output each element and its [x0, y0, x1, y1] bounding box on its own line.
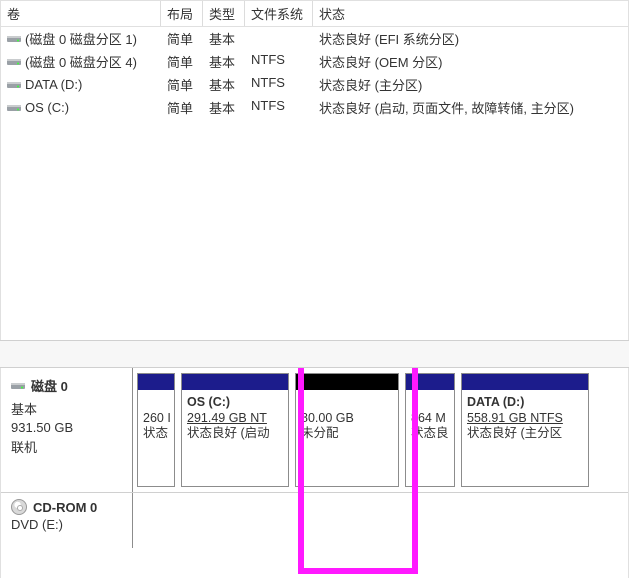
col-header-volume[interactable]: 卷	[1, 1, 161, 26]
volume-filesystem	[245, 28, 313, 49]
partition-status: 状态良	[411, 426, 449, 442]
volume-status: 状态良好 (主分区)	[313, 74, 628, 95]
volume-type: 基本	[203, 97, 245, 118]
volume-name: OS (C:)	[25, 100, 69, 115]
volume-list-header: 卷 布局 类型 文件系统 状态	[1, 1, 628, 27]
volume-filesystem: NTFS	[245, 74, 313, 95]
partition-color-bar	[138, 374, 174, 390]
volume-layout: 简单	[161, 74, 203, 95]
col-header-status[interactable]: 状态	[313, 1, 628, 26]
partition-status: 状态良好 (启动	[187, 426, 283, 442]
volume-layout: 简单	[161, 51, 203, 72]
partition-size: 291.49 GB NT	[187, 411, 283, 427]
volume-row[interactable]: (磁盘 0 磁盘分区 1) 简单基本 状态良好 (EFI 系统分区)	[1, 27, 628, 50]
volume-type: 基本	[203, 74, 245, 95]
partition-status: 未分配	[301, 426, 393, 442]
volume-name: (磁盘 0 磁盘分区 4)	[25, 52, 137, 71]
col-header-filesystem[interactable]: 文件系统	[245, 1, 313, 26]
volume-filesystem: NTFS	[245, 51, 313, 72]
disk-icon	[11, 381, 25, 391]
volume-status: 状态良好 (OEM 分区)	[313, 51, 628, 72]
partition-box[interactable]: OS (C:)291.49 GB NT状态良好 (启动	[181, 373, 289, 487]
cdrom-drive-letter: DVD (E:)	[11, 517, 124, 532]
volume-filesystem: NTFS	[245, 97, 313, 118]
drive-icon	[7, 34, 21, 44]
volume-type: 基本	[203, 51, 245, 72]
volume-row[interactable]: OS (C:) 简单基本NTFS状态良好 (启动, 页面文件, 故障转储, 主分区…	[1, 96, 628, 119]
volume-type: 基本	[203, 28, 245, 49]
partition-size: 260 I	[143, 411, 169, 427]
partition-box[interactable]: 864 M状态良	[405, 373, 455, 487]
partition-color-bar	[182, 374, 288, 390]
disk-type: 基本	[11, 399, 124, 418]
partition-label: OS (C:)	[187, 395, 283, 411]
partition-status: 状态	[143, 426, 169, 442]
disk-row-cdrom0[interactable]: CD-ROM 0 DVD (E:)	[1, 493, 628, 548]
volume-status: 状态良好 (EFI 系统分区)	[313, 28, 628, 49]
disk-map-pane: 磁盘 0 基本 931.50 GB 联机 260 I状态OS (C:)291.4…	[0, 368, 629, 578]
pane-splitter[interactable]	[0, 340, 629, 368]
partition-box[interactable]: DATA (D:)558.91 GB NTFS状态良好 (主分区	[461, 373, 589, 487]
volume-name: (磁盘 0 磁盘分区 1)	[25, 29, 137, 48]
volume-layout: 简单	[161, 28, 203, 49]
drive-icon	[7, 103, 21, 113]
disk-capacity: 931.50 GB	[11, 420, 124, 435]
partition-size: 80.00 GB	[301, 411, 393, 427]
disk-title-text: 磁盘 0	[31, 376, 68, 395]
volume-status: 状态良好 (启动, 页面文件, 故障转储, 主分区)	[313, 97, 628, 118]
partition-color-bar	[462, 374, 588, 390]
disk-status: 联机	[11, 437, 124, 456]
partition-box[interactable]: 80.00 GB未分配	[295, 373, 399, 487]
cdrom-icon	[11, 499, 27, 515]
partition-color-bar	[406, 374, 454, 390]
partition-status: 状态良好 (主分区	[467, 426, 583, 442]
disk-row-disk0[interactable]: 磁盘 0 基本 931.50 GB 联机 260 I状态OS (C:)291.4…	[1, 368, 628, 493]
disk-info-disk0[interactable]: 磁盘 0 基本 931.50 GB 联机	[1, 368, 133, 492]
partition-box[interactable]: 260 I状态	[137, 373, 175, 487]
col-header-type[interactable]: 类型	[203, 1, 245, 26]
partition-size: 864 M	[411, 411, 449, 427]
partition-size: 558.91 GB NTFS	[467, 411, 583, 427]
volume-list: 卷 布局 类型 文件系统 状态 (磁盘 0 磁盘分区 1)简单基本状态良好 (E…	[0, 0, 629, 340]
col-header-layout[interactable]: 布局	[161, 1, 203, 26]
volume-row[interactable]: (磁盘 0 磁盘分区 4) 简单基本NTFS状态良好 (OEM 分区)	[1, 50, 628, 73]
volume-name: DATA (D:)	[25, 77, 82, 92]
drive-icon	[7, 80, 21, 90]
partition-label: DATA (D:)	[467, 395, 583, 411]
volume-layout: 简单	[161, 97, 203, 118]
partition-color-bar	[296, 374, 398, 390]
drive-icon	[7, 57, 21, 67]
disk-info-cdrom0[interactable]: CD-ROM 0 DVD (E:)	[1, 493, 133, 548]
volume-row[interactable]: DATA (D:) 简单基本NTFS状态良好 (主分区)	[1, 73, 628, 96]
cdrom-title-text: CD-ROM 0	[33, 500, 97, 515]
